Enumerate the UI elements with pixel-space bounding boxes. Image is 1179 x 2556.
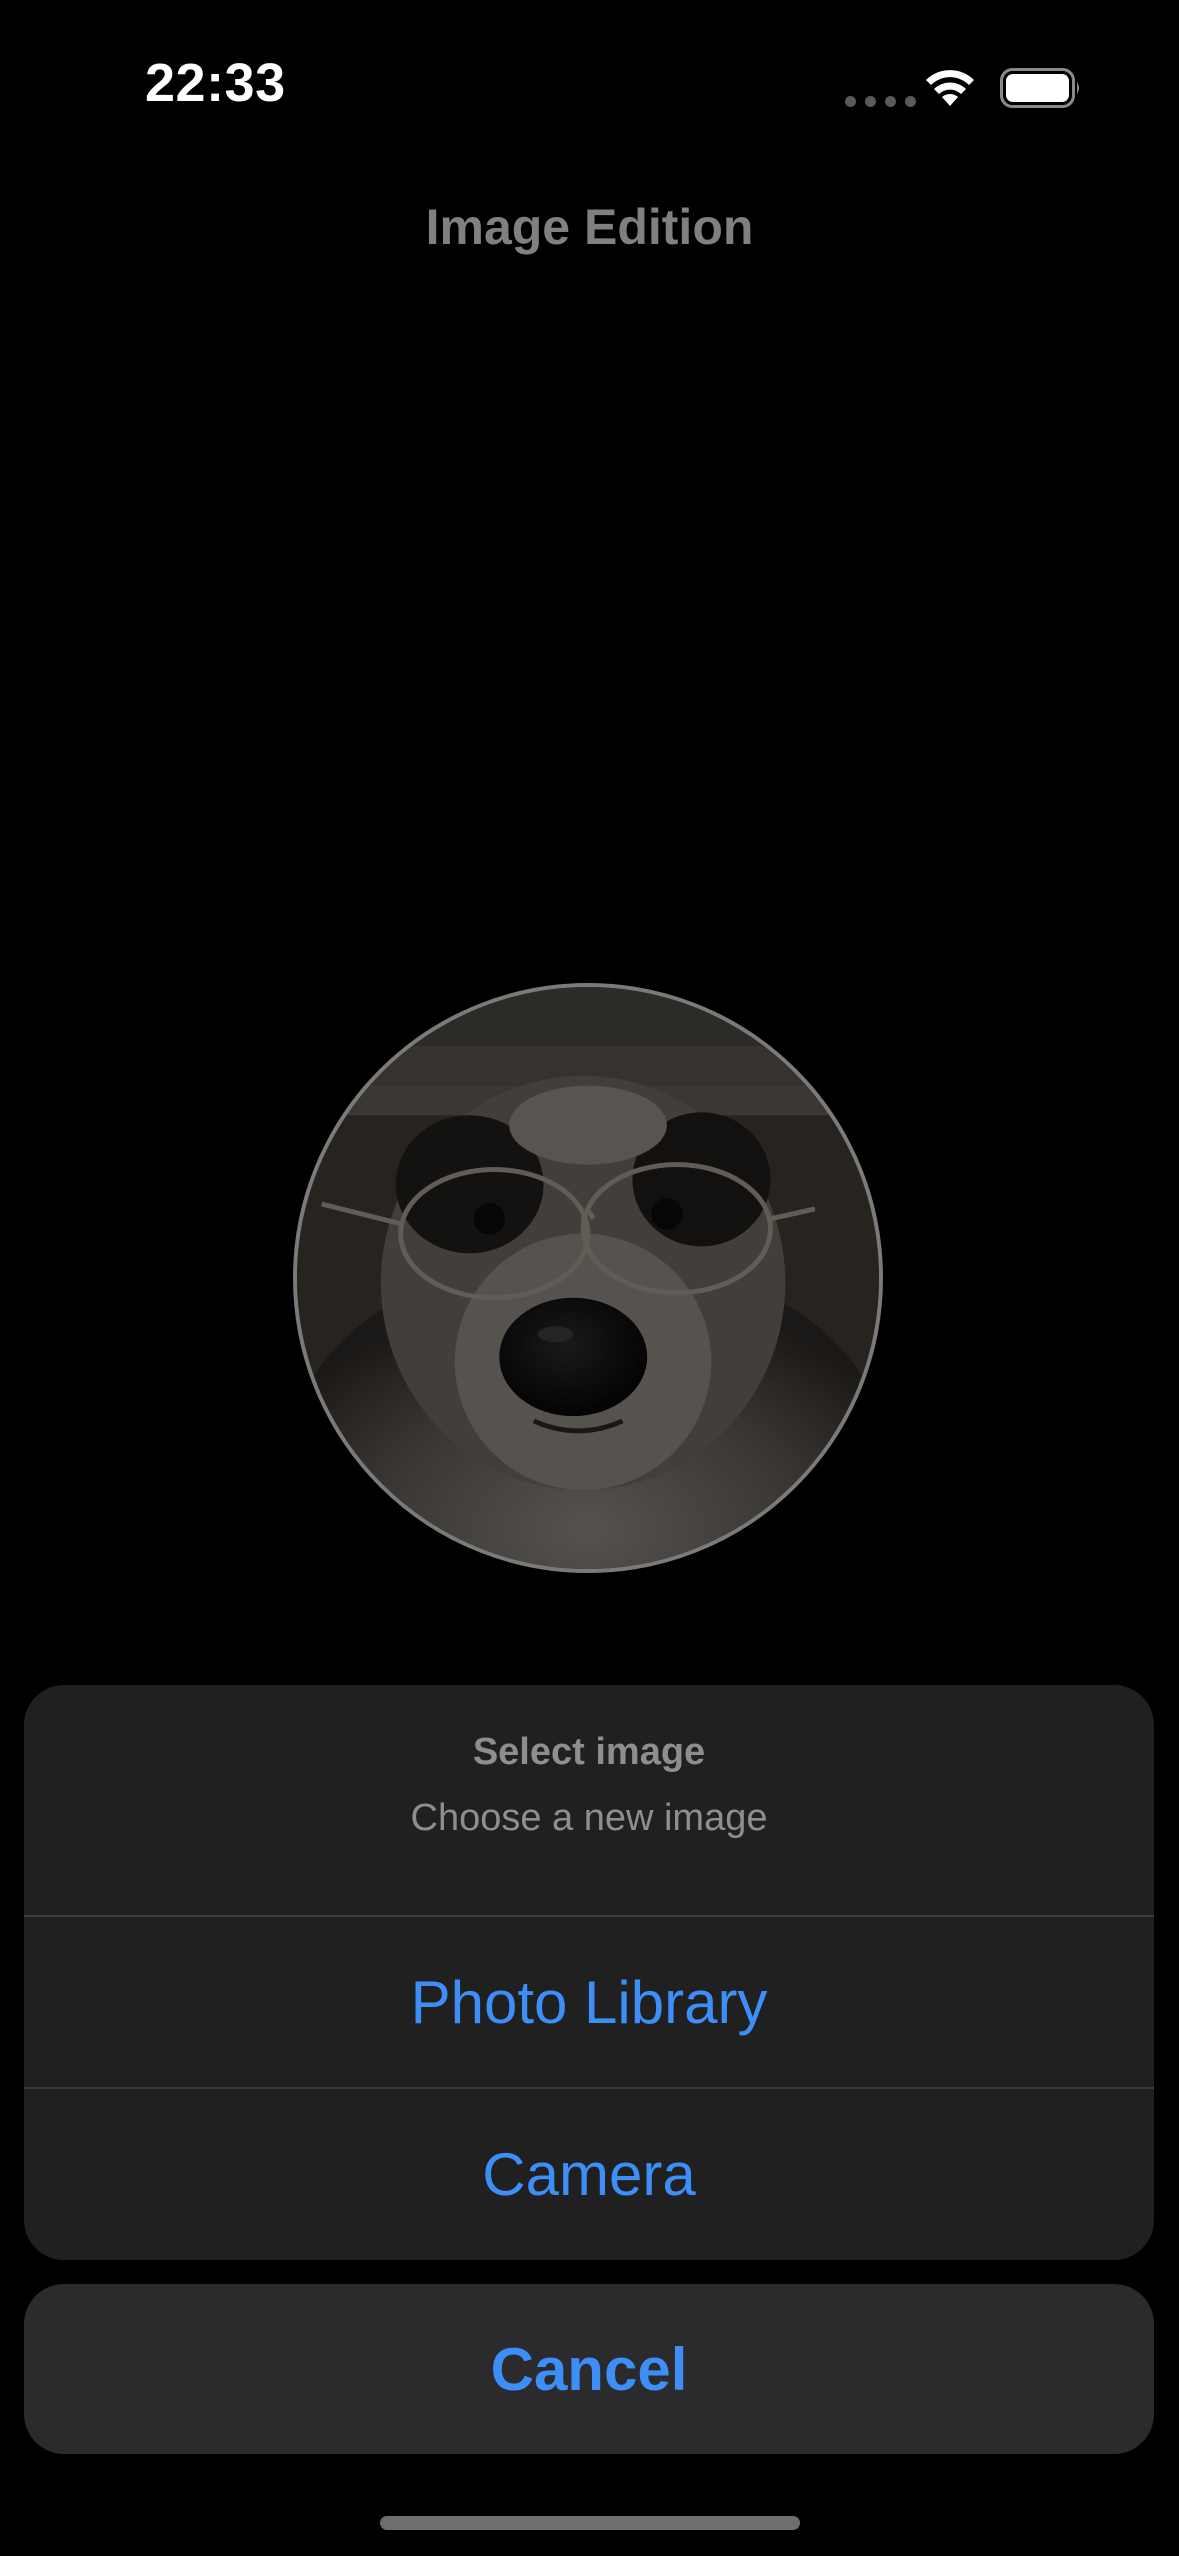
camera-button[interactable]: Camera [24,2089,1154,2259]
battery-icon [1000,68,1079,108]
action-sheet-message: Choose a new image [410,1797,768,1839]
home-indicator[interactable] [380,2516,800,2530]
action-sheet: Select image Choose a new image Photo Li… [24,1685,1154,2260]
action-sheet-header: Select image Choose a new image [24,1685,1154,1915]
profile-photo-image [297,987,879,1569]
avatar[interactable] [293,983,883,1573]
cancel-button[interactable]: Cancel [24,2284,1154,2454]
page-title: Image Edition [425,199,754,255]
cellular-signal-icon [845,96,916,107]
wifi-icon [926,70,974,106]
photo-library-button[interactable]: Photo Library [24,1917,1154,2087]
status-time: 22:33 [145,53,286,113]
action-sheet-title: Select image [472,1731,706,1773]
